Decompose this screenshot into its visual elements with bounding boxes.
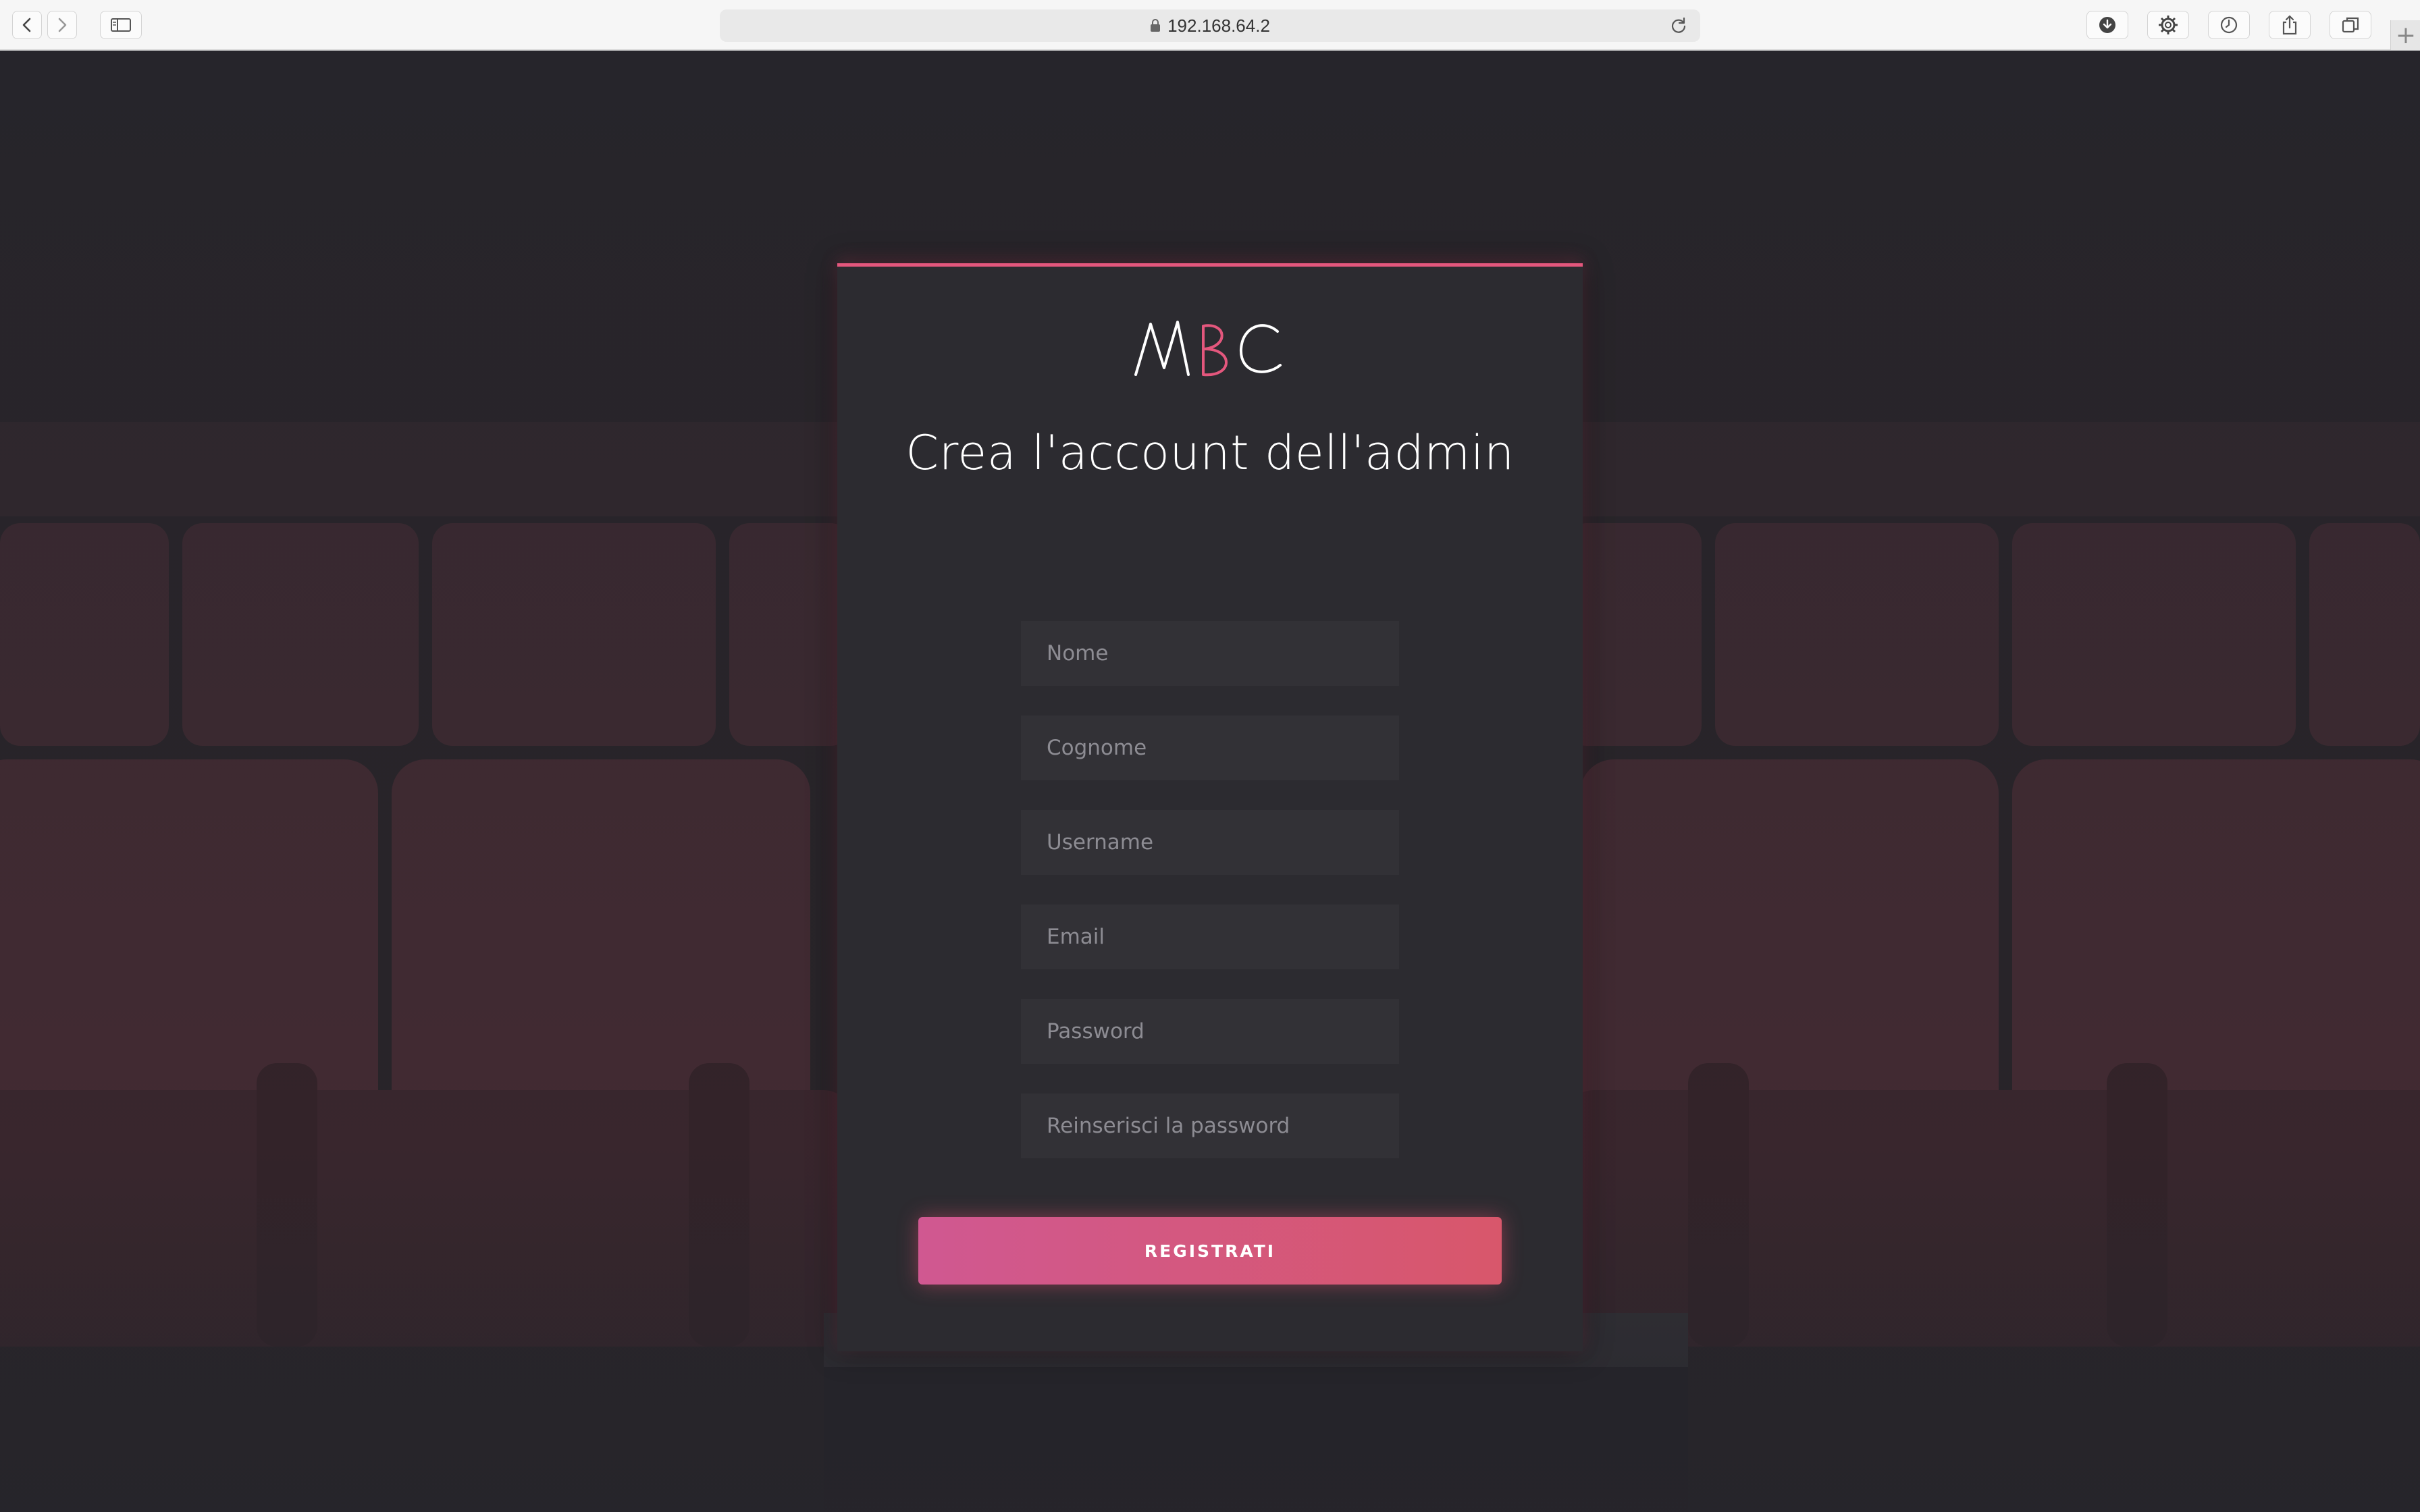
password-field[interactable] bbox=[1021, 999, 1399, 1064]
username-field[interactable] bbox=[1021, 810, 1399, 875]
share-icon bbox=[2281, 15, 2298, 35]
cognome-field[interactable] bbox=[1021, 716, 1399, 780]
page-title: Crea l'account dell'admin bbox=[905, 425, 1515, 481]
password-confirm-field[interactable] bbox=[1021, 1094, 1399, 1158]
browser-toolbar: 192.168.64.2 + bbox=[0, 0, 2420, 51]
email-field[interactable] bbox=[1021, 905, 1399, 969]
gear-icon bbox=[2157, 14, 2179, 36]
lock-icon bbox=[1150, 19, 1161, 32]
forward-icon bbox=[55, 17, 69, 33]
tabs-button[interactable] bbox=[2330, 11, 2371, 39]
sidebar-button[interactable] bbox=[100, 11, 142, 39]
back-button[interactable] bbox=[12, 11, 42, 39]
url-text: 192.168.64.2 bbox=[1167, 15, 1270, 36]
new-tab-button[interactable]: + bbox=[2390, 20, 2420, 50]
address-bar[interactable]: 192.168.64.2 bbox=[720, 9, 1700, 42]
nome-field[interactable] bbox=[1021, 621, 1399, 686]
back-icon bbox=[20, 17, 34, 33]
download-icon bbox=[2098, 16, 2117, 34]
plus-icon: + bbox=[2395, 21, 2417, 49]
forward-button[interactable] bbox=[47, 11, 77, 39]
register-button[interactable]: REGISTRATI bbox=[918, 1217, 1502, 1285]
mbc-logo bbox=[837, 307, 1583, 388]
settings-button[interactable] bbox=[2147, 11, 2189, 39]
reload-icon[interactable] bbox=[1669, 16, 1688, 40]
page-background: Crea l'account dell'admin REGISTRATI bbox=[0, 51, 2420, 1512]
signup-card: Crea l'account dell'admin REGISTRATI bbox=[837, 263, 1583, 1351]
tabs-icon bbox=[2341, 16, 2360, 34]
history-icon bbox=[2219, 16, 2238, 34]
share-button[interactable] bbox=[2269, 11, 2311, 39]
sidebar-icon bbox=[110, 17, 132, 33]
downloads-button[interactable] bbox=[2086, 11, 2128, 39]
logo-image bbox=[1134, 321, 1282, 377]
history-button[interactable] bbox=[2208, 11, 2250, 39]
